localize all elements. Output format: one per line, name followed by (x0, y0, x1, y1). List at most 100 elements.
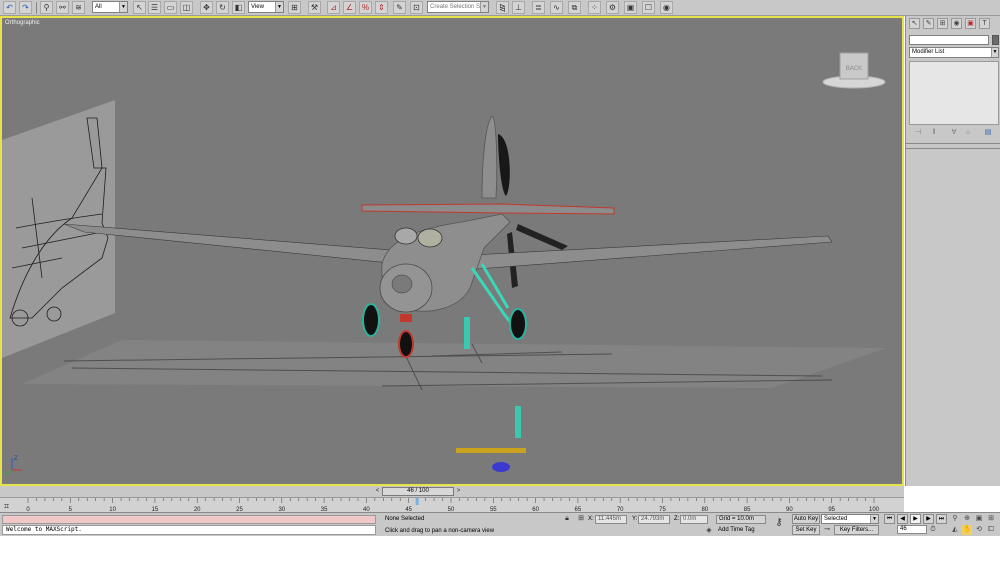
maxscript-listener-input[interactable] (2, 515, 376, 524)
zoom-extents-all-icon[interactable]: ⊞ (986, 514, 996, 524)
remove-modifier-icon[interactable]: ⌂ (963, 128, 973, 138)
align-icon[interactable]: ⊥ (512, 1, 525, 14)
selection-filter-value: All (95, 4, 102, 10)
orbit-icon[interactable]: ⟲ (974, 525, 984, 535)
edit-named-selection-icon[interactable]: ✎ (393, 1, 406, 14)
named-selection-dropdown[interactable]: Create Selection Se ▼ (427, 1, 489, 13)
chevron-down-icon: ▼ (991, 48, 998, 57)
current-frame-field[interactable]: 46 (897, 525, 927, 534)
utilities-tab-icon[interactable]: T (979, 18, 990, 29)
modifier-list-dropdown[interactable]: Modifier List ▼ (909, 47, 999, 58)
grid-size-display: Grid = 10.0m (716, 515, 766, 524)
window-crossing-icon[interactable]: ◫ (180, 1, 193, 14)
absolute-mode-icon[interactable]: ⊞ (576, 514, 586, 524)
render-production-icon[interactable]: ☐ (642, 1, 655, 14)
scale-icon[interactable]: ◧ (232, 1, 245, 14)
go-to-start-icon[interactable]: ⏮ (884, 514, 895, 524)
auto-key-button[interactable]: Auto Key (792, 514, 820, 524)
reference-coordinate-dropdown[interactable]: View ▼ (248, 1, 284, 13)
pin-stack-icon[interactable]: ⊣ (913, 128, 923, 138)
zoom-extents-icon[interactable]: ▣ (974, 514, 984, 524)
pivot-center-icon[interactable]: ⊞ (288, 1, 301, 14)
display-tab-icon[interactable]: ▣ (965, 18, 976, 29)
go-to-end-icon[interactable]: ⏭ (936, 514, 947, 524)
unlink-icon[interactable]: ⚯ (56, 1, 69, 14)
add-time-tag-button[interactable]: Add Time Tag (718, 526, 755, 535)
y-coordinate-field[interactable]: 24.793m (638, 515, 670, 524)
time-slider-thumb[interactable]: 46 / 100 (382, 487, 454, 496)
propeller-blade (498, 134, 510, 196)
chevron-down-icon: ▼ (119, 2, 127, 12)
motion-tab-icon[interactable]: ◉ (951, 18, 962, 29)
maxscript-listener-output[interactable]: Welcome to MAXScript. (2, 525, 376, 535)
select-object-icon[interactable]: ↖ (133, 1, 146, 14)
set-key-button[interactable]: Set Key (792, 525, 820, 535)
spinner-snap-icon[interactable]: ⇕ (375, 1, 388, 14)
configure-modifier-sets-icon[interactable]: ▤ (983, 128, 993, 138)
zoom-all-icon[interactable]: ⊕ (962, 514, 972, 524)
rotate-icon[interactable]: ↻ (216, 1, 229, 14)
x-coordinate-field[interactable]: 11.445m (595, 515, 627, 524)
selection-filter-dropdown[interactable]: All ▼ (92, 1, 128, 13)
redo-icon[interactable]: ↷ (19, 1, 32, 14)
time-configuration-icon[interactable]: ⏱ (928, 525, 938, 535)
z-coordinate-field[interactable]: 0.0m (680, 515, 708, 524)
modifier-list-label: Modifier List (912, 49, 945, 55)
angle-snap-icon[interactable]: ∠ (343, 1, 356, 14)
snap-toggle-icon[interactable]: ⊿ (327, 1, 340, 14)
modifier-stack[interactable] (909, 61, 999, 125)
layer-manager-icon[interactable]: ≣ (532, 1, 545, 14)
viewport-orthographic[interactable]: BACK Z Orthographic (0, 16, 904, 486)
canopy-right (417, 228, 443, 248)
bind-space-warp-icon[interactable]: ≋ (72, 1, 85, 14)
rectangular-selection-icon[interactable]: ▭ (164, 1, 177, 14)
pan-view-icon[interactable]: ✋ (962, 525, 972, 535)
time-slider-prev[interactable]: < (374, 487, 381, 496)
gear-part-cylinder (515, 406, 521, 438)
mirror-icon[interactable]: ⧎ (496, 1, 509, 14)
object-name-field[interactable] (909, 35, 989, 45)
gear-part-cylinder (464, 317, 470, 349)
rendered-frame-window-icon[interactable]: ▣ (624, 1, 637, 14)
vertical-fin (481, 115, 498, 199)
set-key-icon[interactable]: ⚷ (772, 518, 786, 528)
create-tab-icon[interactable]: ↖ (909, 18, 920, 29)
divider (906, 148, 1000, 149)
viewport-label[interactable]: Orthographic (5, 20, 40, 26)
nose-gear-bay (400, 314, 412, 322)
named-selection-sets-icon[interactable]: ⊡ (410, 1, 423, 14)
show-end-result-icon[interactable]: ‖ (929, 128, 939, 138)
hierarchy-tab-icon[interactable]: ⊞ (937, 18, 948, 29)
axis-z-label: Z (14, 456, 18, 462)
curve-editor-icon[interactable]: ∿ (550, 1, 563, 14)
key-mode-dropdown[interactable]: Selected ▼ (821, 514, 879, 524)
object-color-swatch[interactable] (992, 35, 999, 45)
render-setup-icon[interactable]: ⚙ (606, 1, 619, 14)
gear-part-capsule (492, 462, 510, 472)
select-link-icon[interactable]: ⚲ (40, 1, 53, 14)
select-manipulate-icon[interactable]: ⚒ (308, 1, 321, 14)
maximize-viewport-icon[interactable]: ⧠ (986, 525, 996, 535)
undo-icon[interactable]: ↶ (3, 1, 16, 14)
make-unique-icon[interactable]: ∀ (949, 128, 959, 138)
mini-curve-editor-icon[interactable]: ⌗ (4, 501, 9, 511)
time-slider[interactable]: < 46 / 100 > (0, 486, 904, 497)
track-bar-ruler: 0 5 10 15 20 25 30 35 40 45 50 55 60 65 70 75 80 85 90 95 10… (4, 498, 880, 513)
key-filters-button[interactable]: Key Filters... (834, 525, 879, 535)
play-icon[interactable]: ▶ (910, 514, 921, 524)
render-quick-icon[interactable]: ◉ (660, 1, 673, 14)
schematic-view-icon[interactable]: ⧉ (568, 1, 581, 14)
modify-tab-icon[interactable]: ✎ (923, 18, 934, 29)
next-frame-icon[interactable]: ▶ (923, 514, 934, 524)
select-by-name-icon[interactable]: ☰ (148, 1, 161, 14)
previous-frame-icon[interactable]: ◀ (897, 514, 908, 524)
percent-snap-icon[interactable]: % (359, 1, 372, 14)
lock-selection-icon[interactable]: 🔒︎ (562, 514, 572, 524)
track-bar[interactable]: 0 5 10 15 20 25 30 35 40 45 50 55 60 65 70 75 80 85 90 95 10… (0, 497, 904, 513)
zoom-icon[interactable]: ⚲ (950, 514, 960, 524)
field-of-view-icon[interactable]: ◭ (950, 525, 960, 535)
material-editor-icon[interactable]: ⁘ (588, 1, 601, 14)
viewcube-face-label: BACK (846, 66, 862, 72)
time-slider-next[interactable]: > (455, 487, 462, 496)
move-icon[interactable]: ✥ (200, 1, 213, 14)
